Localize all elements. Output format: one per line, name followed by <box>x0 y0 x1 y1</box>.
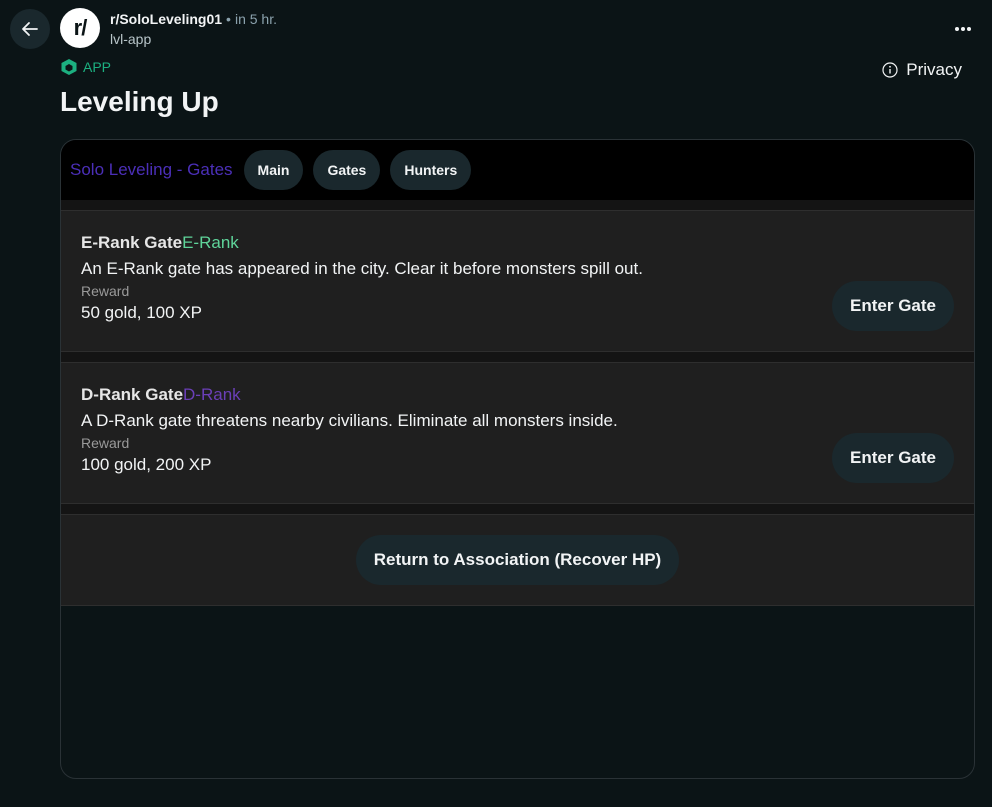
gate-name: D-Rank Gate <box>81 385 184 404</box>
enter-gate-button[interactable]: Enter Gate <box>832 281 954 331</box>
info-icon <box>882 62 898 78</box>
separator-dot: • <box>226 11 231 27</box>
post-time: in 5 hr. <box>234 11 277 27</box>
privacy-link[interactable]: Privacy <box>882 60 962 80</box>
subreddit-name[interactable]: r/SoloLeveling01 <box>110 11 222 27</box>
nav-main-button[interactable]: Main <box>243 150 304 190</box>
gate-card-e-rank: E-Rank GateE-Rank An E-Rank gate has app… <box>61 210 974 352</box>
gate-reward-label: Reward <box>81 435 130 451</box>
app-frame: Solo Leveling - Gates Main Gates Hunters… <box>60 139 975 779</box>
spacer <box>61 504 974 514</box>
gate-name: E-Rank Gate <box>81 233 183 252</box>
gate-description: A D-Rank gate threatens nearby civilians… <box>81 411 618 430</box>
arrow-left-icon <box>22 22 38 36</box>
nav-hunters-button[interactable]: Hunters <box>390 150 472 190</box>
spacer <box>61 200 974 210</box>
page: r/ r/SoloLeveling01 • in 5 hr. lvl-app A… <box>0 0 992 807</box>
cube-icon <box>61 59 77 75</box>
back-button[interactable] <box>10 9 50 49</box>
gate-reward-label: Reward <box>81 283 130 299</box>
app-badge-label: APP <box>83 59 112 75</box>
post-title: Leveling Up <box>60 86 219 117</box>
gate-reward: 100 gold, 200 XP <box>81 455 212 474</box>
privacy-label: Privacy <box>906 60 962 79</box>
enter-gate-button[interactable]: Enter Gate <box>832 433 954 483</box>
subreddit-line: r/SoloLeveling01 • in 5 hr. <box>110 11 277 27</box>
gate-description: An E-Rank gate has appeared in the city.… <box>81 259 643 278</box>
gate-reward: 50 gold, 100 XP <box>81 303 202 322</box>
spacer <box>61 352 974 362</box>
subreddit-avatar[interactable]: r/ <box>60 8 100 48</box>
app-nav-bar: Solo Leveling - Gates Main Gates Hunters <box>61 140 974 200</box>
gate-rank: D-Rank <box>183 385 241 404</box>
gate-heading: E-Rank GateE-Rank <box>81 233 954 253</box>
more-horizontal-icon <box>955 27 971 31</box>
return-to-association-button[interactable]: Return to Association (Recover HP) <box>355 535 680 585</box>
more-options-button[interactable] <box>948 14 978 44</box>
gate-rank: E-Rank <box>182 233 239 252</box>
nav-gates-button[interactable]: Gates <box>313 150 381 190</box>
gate-card-d-rank: D-Rank GateD-Rank A D-Rank gate threaten… <box>61 362 974 504</box>
app-nav-title: Solo Leveling - Gates <box>70 160 233 179</box>
app-badge: APP <box>60 58 111 76</box>
return-card: Return to Association (Recover HP) <box>61 514 974 606</box>
post-author[interactable]: lvl-app <box>110 31 151 47</box>
gate-heading: D-Rank GateD-Rank <box>81 385 954 405</box>
